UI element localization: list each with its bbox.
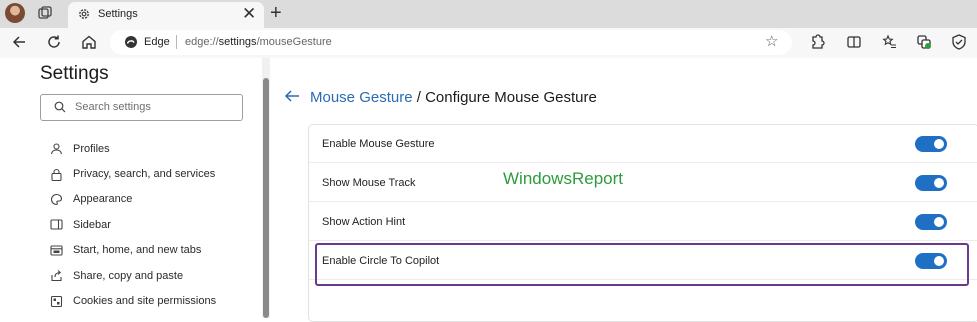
page-title: Configure Mouse Gesture [425,89,597,106]
breadcrumb-separator: / [412,89,426,106]
setting-row-show-mouse-track: Show Mouse Track [309,164,977,202]
setting-label: Enable Mouse Gesture [322,138,435,150]
sidebar-scrollbar[interactable] [262,58,270,318]
main-content: Mouse Gesture / Configure Mouse Gesture … [270,58,977,322]
workspaces-icon[interactable] [38,6,52,20]
back-arrow-icon[interactable] [284,89,300,103]
toggle-knob [934,217,944,227]
edge-logo-icon [125,36,137,48]
setting-row-show-action-hint: Show Action Hint [309,203,977,241]
sidebar-item-label: Appearance [73,193,133,206]
tab-title: Settings [98,8,138,20]
show-mouse-track-toggle[interactable] [915,175,947,191]
appearance-icon [51,193,63,206]
breadcrumb-parent-link[interactable]: Mouse Gesture [310,89,413,106]
highlight-annotation-box [315,243,969,286]
tab-strip: Settings ✕ + [0,0,977,28]
search-input[interactable] [75,98,233,116]
favorites-icon[interactable] [880,33,898,51]
back-button[interactable] [10,33,28,51]
row-divider [309,240,977,241]
profile-avatar[interactable] [5,3,25,23]
collections-icon[interactable] [915,33,933,51]
cookies-icon [50,295,63,307]
setting-row-enable-mouse-gesture: Enable Mouse Gesture [309,125,977,163]
url-scheme: edge:// [185,36,219,48]
edge-label: Edge [144,36,170,48]
sidebar-item-start-home[interactable]: Start, home, and new tabs [50,238,216,263]
url-path: /mouseGesture [256,36,332,48]
new-tab-button[interactable]: + [270,2,282,24]
address-toolbar: Edge edge://settings/mouseGesture ☆ [0,28,977,58]
sidebar-item-share[interactable]: Share, copy and paste [50,263,216,288]
sidebar-item-cookies[interactable]: Cookies and site permissions [50,288,216,313]
address-separator [176,35,177,49]
watermark-text: WindowsReport [503,169,623,188]
toggle-knob [934,139,944,149]
sidebar-heading: Settings [40,63,109,84]
browser-essentials-icon[interactable] [950,33,968,51]
sidebar-item-appearance[interactable]: Appearance [50,187,216,212]
row-divider [309,162,977,163]
lock-icon [51,168,62,181]
settings-sidebar: Settings Profiles Privacy, search, and s… [0,58,262,318]
sidebar-item-label: Profiles [73,142,110,155]
favorite-star-icon[interactable]: ☆ [765,32,778,50]
url-text[interactable]: edge://settings/mouseGesture [185,36,332,48]
show-action-hint-toggle[interactable] [915,214,947,230]
scrollbar-thumb[interactable] [263,78,269,318]
refresh-button[interactable] [45,33,63,51]
search-icon [54,101,66,113]
sidebar-item-profiles[interactable]: Profiles [50,136,216,161]
sidebar-icon [50,219,63,230]
setting-label: Show Mouse Track [322,177,416,189]
sidebar-item-label: Privacy, search, and services [73,168,216,181]
search-box[interactable] [40,94,243,121]
sidebar-item-label: Sidebar [73,218,111,231]
tab-settings[interactable]: Settings ✕ [68,2,264,28]
settings-card: Enable Mouse Gesture Show Mouse Track Sh… [308,124,977,322]
tab-close-button[interactable]: ✕ [242,4,256,24]
home-tabs-icon [50,245,63,256]
home-button[interactable] [80,33,98,51]
enable-mouse-gesture-toggle[interactable] [915,136,947,152]
gear-icon [79,9,89,19]
url-host: settings [218,36,257,48]
sidebar-item-label: Share, copy and paste [73,269,184,282]
share-icon [51,270,62,282]
extensions-icon[interactable] [808,33,826,51]
address-bar[interactable]: Edge edge://settings/mouseGesture ☆ [110,30,792,55]
sidebar-item-sidebar[interactable]: Sidebar [50,212,216,237]
split-screen-icon[interactable] [845,33,863,51]
sidebar-nav: Profiles Privacy, search, and services A… [50,136,216,314]
breadcrumb: Mouse Gesture / Configure Mouse Gesture [310,89,597,106]
toggle-knob [934,178,944,188]
profile-icon [50,143,63,155]
row-divider [309,201,977,202]
sidebar-item-privacy[interactable]: Privacy, search, and services [50,161,216,186]
sidebar-item-label: Cookies and site permissions [73,295,217,308]
sidebar-item-label: Start, home, and new tabs [73,244,202,257]
setting-label: Show Action Hint [322,216,406,228]
